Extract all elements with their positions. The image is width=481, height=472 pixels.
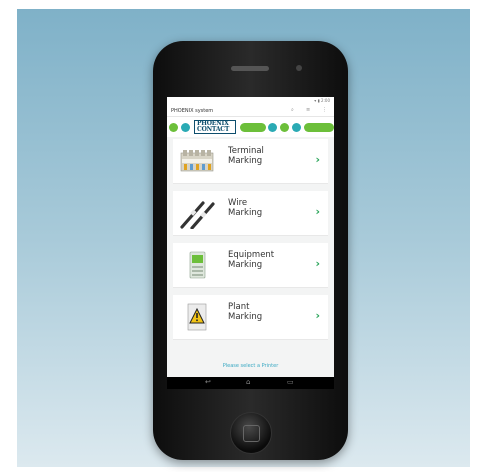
list-icon[interactable]: ≡ bbox=[306, 107, 310, 113]
menu-item-wire-marking[interactable]: Wire Marking › bbox=[173, 191, 328, 236]
brand-dot bbox=[181, 123, 190, 132]
brand-dot bbox=[280, 123, 289, 132]
menu-item-label: Plant Marking bbox=[228, 302, 263, 322]
select-printer-link[interactable]: Please select a Printer bbox=[167, 363, 334, 369]
chevron-right-icon: › bbox=[315, 205, 320, 218]
home-button-square-icon bbox=[243, 425, 260, 442]
brand-dot bbox=[268, 123, 277, 132]
menu-item-plant-marking[interactable]: Plant Marking › bbox=[173, 295, 328, 340]
menu-item-terminal-marking[interactable]: Terminal Marking › bbox=[173, 139, 328, 184]
chevron-right-icon: › bbox=[315, 153, 320, 166]
home-button[interactable] bbox=[230, 412, 272, 454]
smartphone: ▾ ▮ 2:00 PHOENIX system ⌕ ≡ ⋮ PHOENIX CO… bbox=[153, 41, 348, 460]
warning-sign-icon bbox=[187, 303, 207, 331]
menu-item-label: Terminal Marking bbox=[228, 146, 264, 166]
wire-marker-icon bbox=[180, 201, 215, 229]
chevron-right-icon: › bbox=[315, 309, 320, 322]
status-icons: ▾ ▮ 2:00 bbox=[314, 98, 330, 103]
speaker-grille bbox=[231, 66, 269, 71]
overflow-menu-icon[interactable]: ⋮ bbox=[322, 107, 327, 113]
back-icon[interactable]: ↩ bbox=[205, 378, 211, 386]
brand-dot bbox=[240, 123, 266, 132]
menu-item-label: Equipment Marking bbox=[228, 250, 275, 270]
home-icon[interactable]: ⌂ bbox=[246, 378, 250, 386]
brand-banner: PHOENIX CONTACT bbox=[167, 117, 334, 137]
status-bar: ▾ ▮ 2:00 bbox=[167, 97, 334, 105]
recents-icon[interactable]: ▭ bbox=[287, 378, 294, 386]
android-nav-bar: ↩ ⌂ ▭ bbox=[167, 377, 334, 389]
phoenix-contact-logo: PHOENIX CONTACT bbox=[194, 120, 236, 134]
phone-screen: ▾ ▮ 2:00 PHOENIX system ⌕ ≡ ⋮ PHOENIX CO… bbox=[167, 97, 334, 389]
brand-dot bbox=[292, 123, 301, 132]
front-camera bbox=[296, 65, 302, 71]
app-bar: PHOENIX system ⌕ ≡ ⋮ bbox=[167, 105, 334, 117]
brand-dot bbox=[304, 123, 334, 132]
terminal-block-icon bbox=[180, 150, 214, 172]
menu-item-label: Wire Marking bbox=[228, 198, 263, 218]
equipment-device-icon bbox=[189, 251, 206, 279]
chevron-right-icon: › bbox=[315, 257, 320, 270]
brand-dot bbox=[169, 123, 178, 132]
search-icon[interactable]: ⌕ bbox=[291, 107, 294, 113]
app-title: PHOENIX system bbox=[171, 108, 214, 114]
menu-item-equipment-marking[interactable]: Equipment Marking › bbox=[173, 243, 328, 288]
